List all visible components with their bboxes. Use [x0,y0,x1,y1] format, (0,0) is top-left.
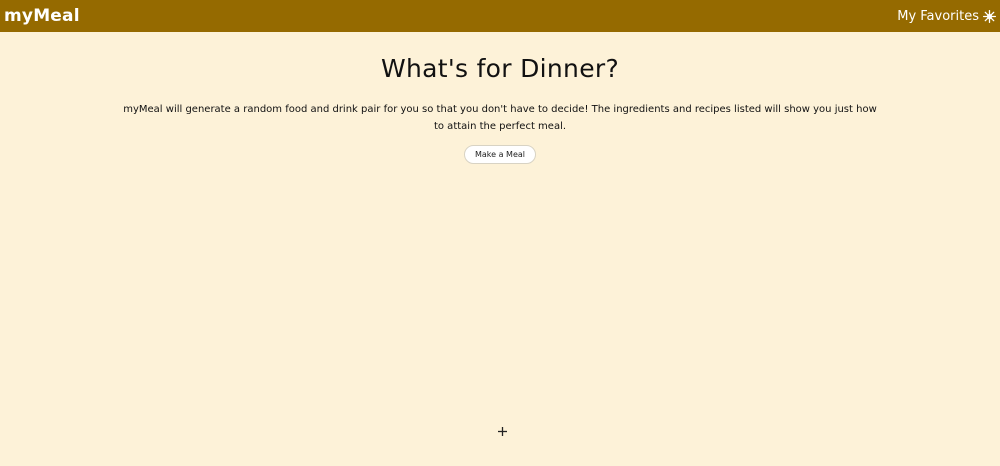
make-a-meal-button[interactable]: Make a Meal [463,145,536,164]
move-cursor-icon [498,427,507,436]
my-favorites-label: My Favorites [897,8,979,24]
page-title: What's for Dinner? [380,54,620,83]
hero-section: What's for Dinner? myMeal will generate … [0,32,1000,164]
brand-logo[interactable]: myMeal [4,6,80,26]
star-icon [983,9,996,23]
navbar: myMeal My Favorites [0,0,1000,32]
intro-text: myMeal will generate a random food and d… [123,104,877,132]
my-favorites-link[interactable]: My Favorites [897,9,996,24]
